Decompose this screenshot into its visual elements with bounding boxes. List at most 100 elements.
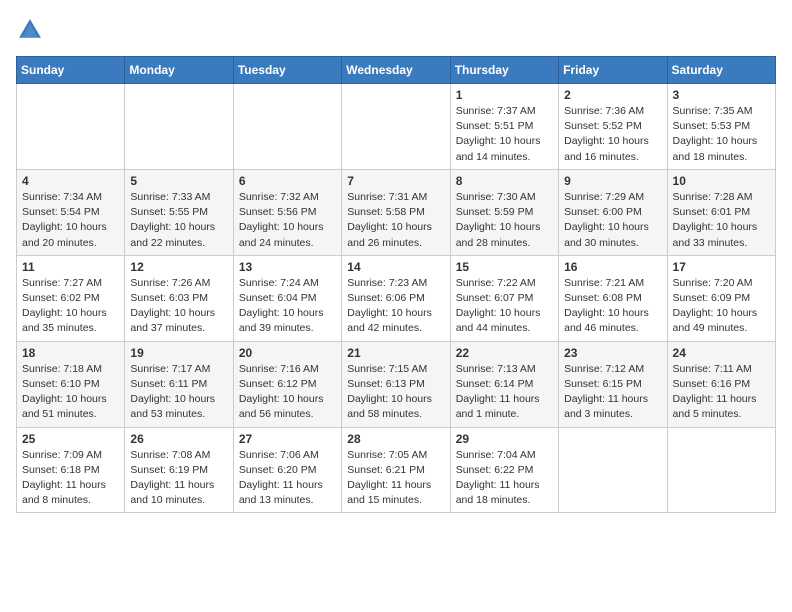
day-number: 18 (22, 346, 119, 360)
day-number: 9 (564, 174, 661, 188)
day-info: Sunrise: 7:16 AM Sunset: 6:12 PM Dayligh… (239, 362, 336, 423)
day-info: Sunrise: 7:27 AM Sunset: 6:02 PM Dayligh… (22, 276, 119, 337)
calendar-cell: 8Sunrise: 7:30 AM Sunset: 5:59 PM Daylig… (450, 169, 558, 255)
day-number: 19 (130, 346, 227, 360)
day-number: 6 (239, 174, 336, 188)
day-number: 26 (130, 432, 227, 446)
day-number: 20 (239, 346, 336, 360)
day-number: 21 (347, 346, 444, 360)
day-number: 25 (22, 432, 119, 446)
calendar-cell: 21 Sunrise: 7:15 AM Sunset: 6:13 PM Dayli… (342, 341, 450, 427)
day-info: Sunrise: 7:09 AM Sunset: 6:18 PM Dayligh… (22, 448, 119, 509)
day-number: 16 (564, 260, 661, 274)
calendar-header-monday: Monday (125, 57, 233, 84)
day-info: Sunrise: 7:37 AM Sunset: 5:51 PM Dayligh… (456, 104, 553, 165)
day-number: 5 (130, 174, 227, 188)
calendar-cell (233, 84, 341, 170)
day-info: Sunrise: 7:15 AM Sunset: 6:13 PM Dayligh… (347, 362, 444, 423)
day-info: Sunrise: 7:34 AM Sunset: 5:54 PM Dayligh… (22, 190, 119, 251)
calendar-cell: 16Sunrise: 7:21 AM Sunset: 6:08 PM Dayli… (559, 255, 667, 341)
day-info: Sunrise: 7:04 AM Sunset: 6:22 PM Dayligh… (456, 448, 553, 509)
calendar-cell: 13 Sunrise: 7:24 AM Sunset: 6:04 PM Dayli… (233, 255, 341, 341)
calendar-week-1: 1 Sunrise: 7:37 AM Sunset: 5:51 PM Daylig… (17, 84, 776, 170)
page-header (16, 16, 776, 44)
calendar-cell: 27 Sunrise: 7:06 AM Sunset: 6:20 PM Dayli… (233, 427, 341, 513)
calendar-table: SundayMondayTuesdayWednesdayThursdayFrid… (16, 56, 776, 513)
calendar-header-wednesday: Wednesday (342, 57, 450, 84)
day-info: Sunrise: 7:18 AM Sunset: 6:10 PM Dayligh… (22, 362, 119, 423)
calendar-cell: 3Sunrise: 7:35 AM Sunset: 5:53 PM Daylig… (667, 84, 775, 170)
calendar-cell (667, 427, 775, 513)
day-info: Sunrise: 7:32 AM Sunset: 5:56 PM Dayligh… (239, 190, 336, 251)
calendar-cell: 19 Sunrise: 7:17 AM Sunset: 6:11 PM Dayli… (125, 341, 233, 427)
day-info: Sunrise: 7:22 AM Sunset: 6:07 PM Dayligh… (456, 276, 553, 337)
calendar-cell: 4Sunrise: 7:34 AM Sunset: 5:54 PM Daylig… (17, 169, 125, 255)
calendar-cell: 20 Sunrise: 7:16 AM Sunset: 6:12 PM Dayli… (233, 341, 341, 427)
calendar-cell: 18 Sunrise: 7:18 AM Sunset: 6:10 PM Dayli… (17, 341, 125, 427)
day-info: Sunrise: 7:13 AM Sunset: 6:14 PM Dayligh… (456, 362, 553, 423)
day-number: 7 (347, 174, 444, 188)
calendar-cell: 7 Sunrise: 7:31 AM Sunset: 5:58 PM Daylig… (342, 169, 450, 255)
day-info: Sunrise: 7:23 AM Sunset: 6:06 PM Dayligh… (347, 276, 444, 337)
day-info: Sunrise: 7:05 AM Sunset: 6:21 PM Dayligh… (347, 448, 444, 509)
day-info: Sunrise: 7:33 AM Sunset: 5:55 PM Dayligh… (130, 190, 227, 251)
day-number: 29 (456, 432, 553, 446)
day-number: 11 (22, 260, 119, 274)
day-info: Sunrise: 7:35 AM Sunset: 5:53 PM Dayligh… (673, 104, 770, 165)
calendar-cell: 26 Sunrise: 7:08 AM Sunset: 6:19 PM Dayli… (125, 427, 233, 513)
day-number: 28 (347, 432, 444, 446)
day-info: Sunrise: 7:11 AM Sunset: 6:16 PM Dayligh… (673, 362, 770, 423)
calendar-cell: 1 Sunrise: 7:37 AM Sunset: 5:51 PM Daylig… (450, 84, 558, 170)
day-info: Sunrise: 7:29 AM Sunset: 6:00 PM Dayligh… (564, 190, 661, 251)
day-info: Sunrise: 7:12 AM Sunset: 6:15 PM Dayligh… (564, 362, 661, 423)
calendar-cell: 23 Sunrise: 7:12 AM Sunset: 6:15 PM Dayli… (559, 341, 667, 427)
logo (16, 16, 48, 44)
calendar-cell: 22 Sunrise: 7:13 AM Sunset: 6:14 PM Dayli… (450, 341, 558, 427)
day-info: Sunrise: 7:17 AM Sunset: 6:11 PM Dayligh… (130, 362, 227, 423)
calendar-cell (559, 427, 667, 513)
day-number: 23 (564, 346, 661, 360)
day-number: 27 (239, 432, 336, 446)
calendar-cell: 5 Sunrise: 7:33 AM Sunset: 5:55 PM Daylig… (125, 169, 233, 255)
calendar-week-4: 18 Sunrise: 7:18 AM Sunset: 6:10 PM Dayli… (17, 341, 776, 427)
calendar-cell: 6 Sunrise: 7:32 AM Sunset: 5:56 PM Daylig… (233, 169, 341, 255)
calendar-cell: 2 Sunrise: 7:36 AM Sunset: 5:52 PM Daylig… (559, 84, 667, 170)
calendar-cell (125, 84, 233, 170)
calendar-cell (342, 84, 450, 170)
calendar-cell: 28 Sunrise: 7:05 AM Sunset: 6:21 PM Dayli… (342, 427, 450, 513)
calendar-cell: 12Sunrise: 7:26 AM Sunset: 6:03 PM Dayli… (125, 255, 233, 341)
calendar-header-tuesday: Tuesday (233, 57, 341, 84)
calendar-week-5: 25 Sunrise: 7:09 AM Sunset: 6:18 PM Dayli… (17, 427, 776, 513)
calendar-cell: 24 Sunrise: 7:11 AM Sunset: 6:16 PM Dayli… (667, 341, 775, 427)
calendar-cell: 11 Sunrise: 7:27 AM Sunset: 6:02 PM Dayli… (17, 255, 125, 341)
day-number: 10 (673, 174, 770, 188)
calendar-cell: 25 Sunrise: 7:09 AM Sunset: 6:18 PM Dayli… (17, 427, 125, 513)
calendar-header-thursday: Thursday (450, 57, 558, 84)
day-info: Sunrise: 7:30 AM Sunset: 5:59 PM Dayligh… (456, 190, 553, 251)
day-info: Sunrise: 7:36 AM Sunset: 5:52 PM Dayligh… (564, 104, 661, 165)
day-number: 24 (673, 346, 770, 360)
calendar-cell: 17 Sunrise: 7:20 AM Sunset: 6:09 PM Dayli… (667, 255, 775, 341)
day-info: Sunrise: 7:06 AM Sunset: 6:20 PM Dayligh… (239, 448, 336, 509)
logo-icon (16, 16, 44, 44)
day-info: Sunrise: 7:20 AM Sunset: 6:09 PM Dayligh… (673, 276, 770, 337)
calendar-header-saturday: Saturday (667, 57, 775, 84)
day-info: Sunrise: 7:24 AM Sunset: 6:04 PM Dayligh… (239, 276, 336, 337)
day-number: 1 (456, 88, 553, 102)
day-number: 14 (347, 260, 444, 274)
day-number: 12 (130, 260, 227, 274)
calendar-cell: 9 Sunrise: 7:29 AM Sunset: 6:00 PM Daylig… (559, 169, 667, 255)
day-number: 17 (673, 260, 770, 274)
calendar-header-row: SundayMondayTuesdayWednesdayThursdayFrid… (17, 57, 776, 84)
calendar-header-sunday: Sunday (17, 57, 125, 84)
day-number: 2 (564, 88, 661, 102)
day-number: 13 (239, 260, 336, 274)
calendar-cell (17, 84, 125, 170)
day-number: 22 (456, 346, 553, 360)
day-info: Sunrise: 7:31 AM Sunset: 5:58 PM Dayligh… (347, 190, 444, 251)
calendar-cell: 10 Sunrise: 7:28 AM Sunset: 6:01 PM Dayli… (667, 169, 775, 255)
day-number: 15 (456, 260, 553, 274)
calendar-week-2: 4Sunrise: 7:34 AM Sunset: 5:54 PM Daylig… (17, 169, 776, 255)
day-info: Sunrise: 7:08 AM Sunset: 6:19 PM Dayligh… (130, 448, 227, 509)
day-info: Sunrise: 7:28 AM Sunset: 6:01 PM Dayligh… (673, 190, 770, 251)
